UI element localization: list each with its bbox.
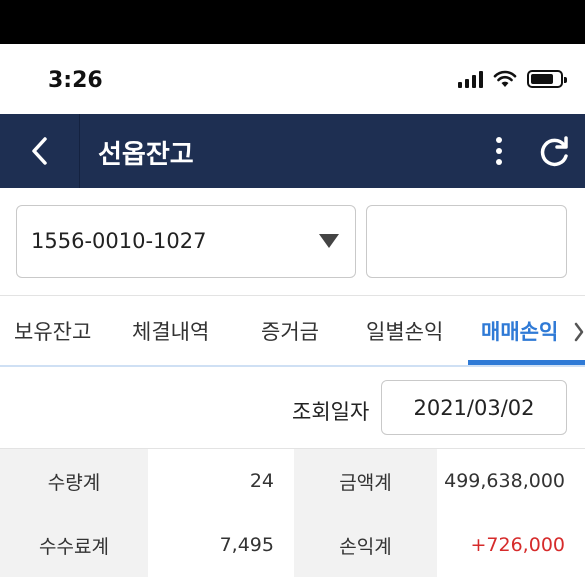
amount-value: 499,638,000 — [437, 449, 585, 513]
tab-trading-pnl[interactable]: 매매손익 — [481, 316, 558, 346]
refresh-button[interactable] — [534, 132, 574, 172]
pnl-label: 손익계 — [294, 513, 437, 577]
chevron-left-icon — [31, 137, 47, 165]
tab-margin[interactable]: 증거금 — [261, 316, 319, 346]
table-row: 수량계 24 금액계 499,638,000 — [0, 449, 585, 513]
tab-daily-pnl[interactable]: 일별손익 — [366, 316, 443, 346]
password-input[interactable] — [366, 205, 567, 278]
chevron-right-icon — [574, 322, 584, 342]
back-button[interactable] — [0, 114, 80, 188]
qty-label: 수량계 — [0, 449, 148, 513]
battery-icon — [527, 70, 567, 88]
qty-value: 24 — [148, 449, 294, 513]
summary-table: 수량계 24 금액계 499,638,000 수수료계 7,495 손익계 +7… — [0, 448, 585, 577]
refresh-icon — [540, 136, 568, 167]
more-menu-button[interactable] — [484, 132, 514, 170]
wifi-icon — [493, 70, 517, 87]
page-title: 선옵잔고 — [98, 140, 194, 170]
top-black-bar — [0, 0, 585, 44]
cellular-signal-icon — [458, 70, 483, 88]
active-tab-indicator — [468, 360, 585, 365]
tab-executions[interactable]: 체결내역 — [132, 316, 209, 346]
tab-scroll-right-button[interactable] — [555, 312, 585, 352]
pnl-value: +726,000 — [437, 513, 585, 577]
tab-holdings[interactable]: 보유잔고 — [14, 316, 91, 346]
fee-value: 7,495 — [148, 513, 294, 577]
status-icons — [458, 68, 567, 90]
status-bar: 3:26 — [0, 44, 585, 114]
query-date-label: 조회일자 — [292, 400, 370, 424]
status-time: 3:26 — [48, 68, 103, 93]
amount-label: 금액계 — [294, 449, 437, 513]
account-number: 1556-0010-1027 — [31, 229, 207, 253]
table-row: 수수료계 7,495 손익계 +726,000 — [0, 513, 585, 577]
app-header: 선옵잔고 — [0, 114, 585, 188]
query-date-input[interactable]: 2021/03/02 — [381, 380, 567, 435]
fee-label: 수수료계 — [0, 513, 148, 577]
account-select[interactable]: 1556-0010-1027 — [16, 205, 356, 278]
tab-bar: 보유잔고 체결내역 증거금 일별손익 매매손익 — [0, 295, 585, 367]
more-vertical-icon — [496, 137, 502, 143]
dropdown-arrow-icon — [319, 234, 339, 248]
